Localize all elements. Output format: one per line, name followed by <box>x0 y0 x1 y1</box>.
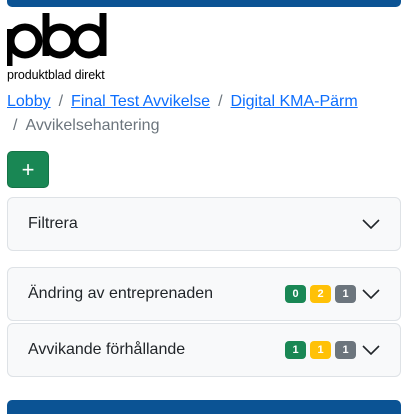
pbd-logo[interactable]: produktblad direkt <box>7 11 117 82</box>
status-badges: 1 1 1 <box>285 341 356 359</box>
category-panel-andring-av-entreprenaden[interactable]: Ändring av entreprenaden 0 2 1 <box>7 267 401 321</box>
category-label: Ändring av entreprenaden <box>28 285 214 302</box>
breadcrumb-link-final-test-avvikelse[interactable]: Final Test Avvikelse <box>71 93 210 110</box>
logo-subtitle: produktblad direkt <box>7 68 105 82</box>
pbd-logo-mark <box>7 13 107 66</box>
filter-label: Filtrera <box>28 215 78 232</box>
breadcrumb-current: Avvikelsehantering <box>25 117 160 134</box>
status-badges: 0 2 1 <box>285 285 356 303</box>
add-button[interactable]: + <box>7 151 49 188</box>
chevron-down-icon <box>362 341 380 359</box>
status-badge-green: 0 <box>285 285 306 303</box>
filter-panel-toggle[interactable]: Filtrera <box>7 197 401 251</box>
status-badge-gray: 1 <box>335 285 356 303</box>
status-badge-gray: 1 <box>335 341 356 359</box>
breadcrumb-separator: / <box>58 93 64 110</box>
breadcrumb-separator: / <box>218 93 223 110</box>
status-badge-yellow: 1 <box>310 341 331 359</box>
breadcrumb-separator: / <box>13 117 18 134</box>
chevron-down-icon <box>362 285 380 303</box>
chevron-down-icon <box>362 215 380 233</box>
breadcrumb-link-lobby[interactable]: Lobby <box>7 93 51 110</box>
status-badge-yellow: 2 <box>310 285 331 303</box>
category-label: Avvikande förhållande <box>28 341 186 358</box>
breadcrumb-link-digital-kma-parm[interactable]: Digital KMA-Pärm <box>231 93 358 110</box>
top-brand-bar <box>7 0 401 7</box>
plus-icon: + <box>21 156 35 182</box>
category-panel-avvikande-forhallande[interactable]: Avvikande förhållande 1 1 1 <box>7 323 401 377</box>
status-badge-green: 1 <box>285 341 306 359</box>
bottom-brand-bar <box>7 400 401 414</box>
breadcrumb: Lobby / Final Test Avvikelse / Digital KMA-P… <box>7 90 401 138</box>
